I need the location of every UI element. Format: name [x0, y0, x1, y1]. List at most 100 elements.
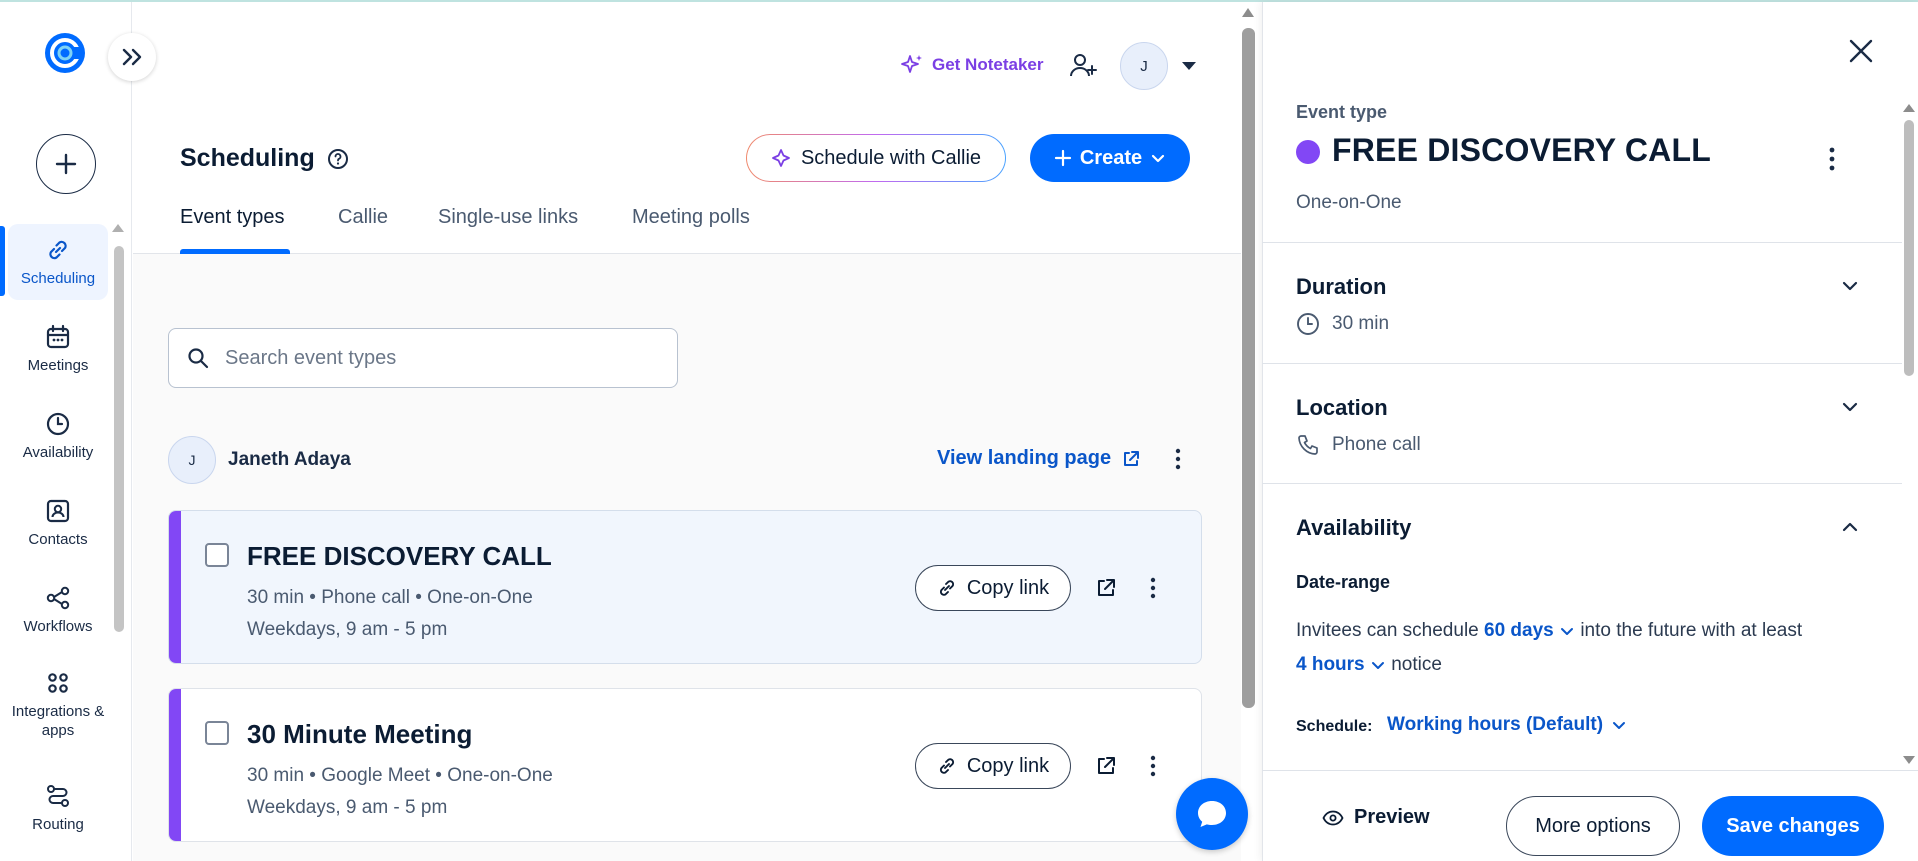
chevron-down-icon[interactable] — [1840, 276, 1860, 296]
panel-more-menu-icon[interactable] — [1822, 144, 1842, 174]
hours-value: 4 hours — [1296, 654, 1365, 675]
chevron-down-icon — [1613, 722, 1626, 729]
get-notetaker-link[interactable]: Get Notetaker — [900, 52, 1043, 78]
event-schedule: Weekdays, 9 am - 5 pm — [247, 619, 448, 640]
location-value: Phone call — [1296, 433, 1421, 457]
duration-text: 30 min — [1332, 313, 1390, 334]
sidebar-item-integrations[interactable]: Integrations & apps — [8, 660, 108, 750]
event-more-menu-icon[interactable] — [1143, 753, 1163, 779]
calendly-logo-icon[interactable] — [42, 30, 88, 76]
sidebar-item-scheduling[interactable]: Scheduling — [8, 224, 108, 300]
account-menu-caret-icon[interactable] — [1182, 62, 1196, 70]
landing-link-label: View landing page — [937, 447, 1112, 469]
tab-meeting-polls[interactable]: Meeting polls — [632, 206, 750, 246]
main-scroll-up-arrow[interactable] — [1242, 8, 1254, 17]
sidebar-item-availability[interactable]: Availability — [8, 398, 108, 474]
owner-more-menu-icon[interactable] — [1168, 446, 1188, 472]
event-title: FREE DISCOVERY CALL — [247, 541, 552, 571]
date-range-text-2: into the future with at least — [1580, 620, 1803, 641]
event-card[interactable]: FREE DISCOVERY CALL 30 min • Phone call … — [168, 510, 1202, 664]
expand-sidebar-button[interactable] — [108, 33, 156, 81]
clock-icon — [1297, 313, 1319, 335]
panel-scrollbar[interactable] — [1904, 120, 1914, 376]
schedule-label: Schedule: — [1296, 718, 1373, 735]
event-color-dot[interactable] — [1296, 140, 1320, 164]
event-select-checkbox[interactable] — [205, 543, 229, 567]
chevron-up-icon[interactable] — [1840, 517, 1860, 537]
panel-divider — [1262, 363, 1902, 364]
panel-scroll-up-arrow[interactable] — [1903, 104, 1915, 112]
event-color-stripe — [169, 511, 181, 663]
sidebar-item-meetings[interactable]: Meetings — [8, 311, 108, 387]
search-event-types[interactable] — [168, 328, 678, 388]
search-input[interactable] — [225, 346, 665, 370]
duration-value: 30 min — [1296, 312, 1389, 336]
workflow-icon — [44, 584, 72, 612]
chat-button[interactable] — [1176, 778, 1248, 850]
preview-label: Preview — [1354, 806, 1430, 828]
add-user-icon — [1070, 54, 1097, 77]
clock-icon — [44, 410, 72, 438]
callie-button-label: Schedule with Callie — [800, 146, 982, 169]
panel-event-kind: One-on-One — [1296, 192, 1402, 213]
double-chevron-right-icon — [122, 48, 142, 66]
sidebar-item-label: Meetings — [27, 356, 89, 374]
availability-section-heading[interactable]: Availability — [1296, 515, 1411, 541]
sidebar-item-label: Integrations & apps — [11, 703, 105, 739]
sidebar-scroll-up-arrow[interactable] — [112, 224, 124, 232]
tab-callie[interactable]: Callie — [338, 206, 388, 246]
event-color-stripe — [169, 689, 181, 841]
event-schedule: Weekdays, 9 am - 5 pm — [247, 797, 448, 818]
schedule-dropdown[interactable]: Working hours (Default) — [1387, 714, 1627, 736]
more-options-button[interactable]: More options — [1506, 796, 1680, 856]
create-button[interactable]: Create — [1030, 134, 1190, 182]
link-icon — [939, 580, 954, 596]
help-icon[interactable] — [327, 148, 349, 170]
tab-single-use-links[interactable]: Single-use links — [438, 206, 578, 246]
notetaker-label: Get Notetaker — [932, 55, 1044, 74]
panel-scroll-down-arrow[interactable] — [1903, 756, 1915, 764]
panel-event-title[interactable]: FREE DISCOVERY CALL — [1332, 132, 1711, 169]
days-value: 60 days — [1484, 620, 1554, 641]
location-section-heading[interactable]: Location — [1296, 395, 1388, 421]
event-card[interactable]: 30 Minute Meeting 30 min • Google Meet •… — [168, 688, 1202, 842]
invite-user-button[interactable] — [1068, 50, 1098, 80]
save-changes-button[interactable]: Save changes — [1702, 796, 1884, 856]
location-text: Phone call — [1332, 434, 1421, 455]
preview-button[interactable]: Preview — [1322, 806, 1430, 829]
create-button-label: Create — [1079, 146, 1143, 169]
chevron-down-icon[interactable] — [1840, 397, 1860, 417]
link-icon — [939, 758, 954, 774]
hours-dropdown[interactable]: 4 hours — [1296, 654, 1386, 675]
chevron-down-icon — [1371, 661, 1384, 669]
sidebar-item-workflows[interactable]: Workflows — [8, 572, 108, 648]
copy-link-label: Copy link — [966, 754, 1050, 777]
date-range-description: Invitees can schedule 60 days into the f… — [1296, 614, 1876, 682]
copy-link-button[interactable]: Copy link — [915, 565, 1071, 611]
main-scrollbar[interactable] — [1242, 28, 1255, 708]
sidebar-item-label: Contacts — [28, 530, 88, 548]
chat-bubble-icon — [1198, 801, 1226, 827]
sidebar-item-routing[interactable]: Routing — [8, 770, 108, 846]
callie-sparkle-icon — [772, 149, 790, 167]
page-title-text: Scheduling — [180, 144, 315, 172]
event-select-checkbox[interactable] — [205, 721, 229, 745]
view-landing-page-link[interactable]: View landing page — [937, 447, 1141, 470]
eye-icon — [1322, 810, 1344, 825]
schedule-with-callie-button[interactable]: Schedule with Callie — [746, 134, 1006, 182]
open-external-icon[interactable] — [1095, 755, 1117, 777]
date-range-text-3: notice — [1391, 654, 1442, 675]
days-dropdown[interactable]: 60 days — [1484, 620, 1575, 641]
duration-section-heading[interactable]: Duration — [1296, 274, 1386, 300]
event-more-menu-icon[interactable] — [1143, 575, 1163, 601]
open-external-icon[interactable] — [1095, 577, 1117, 599]
copy-link-button[interactable]: Copy link — [915, 743, 1071, 789]
tab-event-types[interactable]: Event types — [180, 206, 285, 246]
create-new-button[interactable] — [36, 134, 96, 194]
sidebar-scrollbar[interactable] — [114, 246, 124, 632]
plus-icon — [55, 153, 77, 175]
user-avatar[interactable]: J — [1120, 42, 1168, 90]
close-panel-icon[interactable] — [1846, 36, 1876, 66]
external-link-icon — [1124, 450, 1140, 466]
sidebar-item-contacts[interactable]: Contacts — [8, 485, 108, 561]
